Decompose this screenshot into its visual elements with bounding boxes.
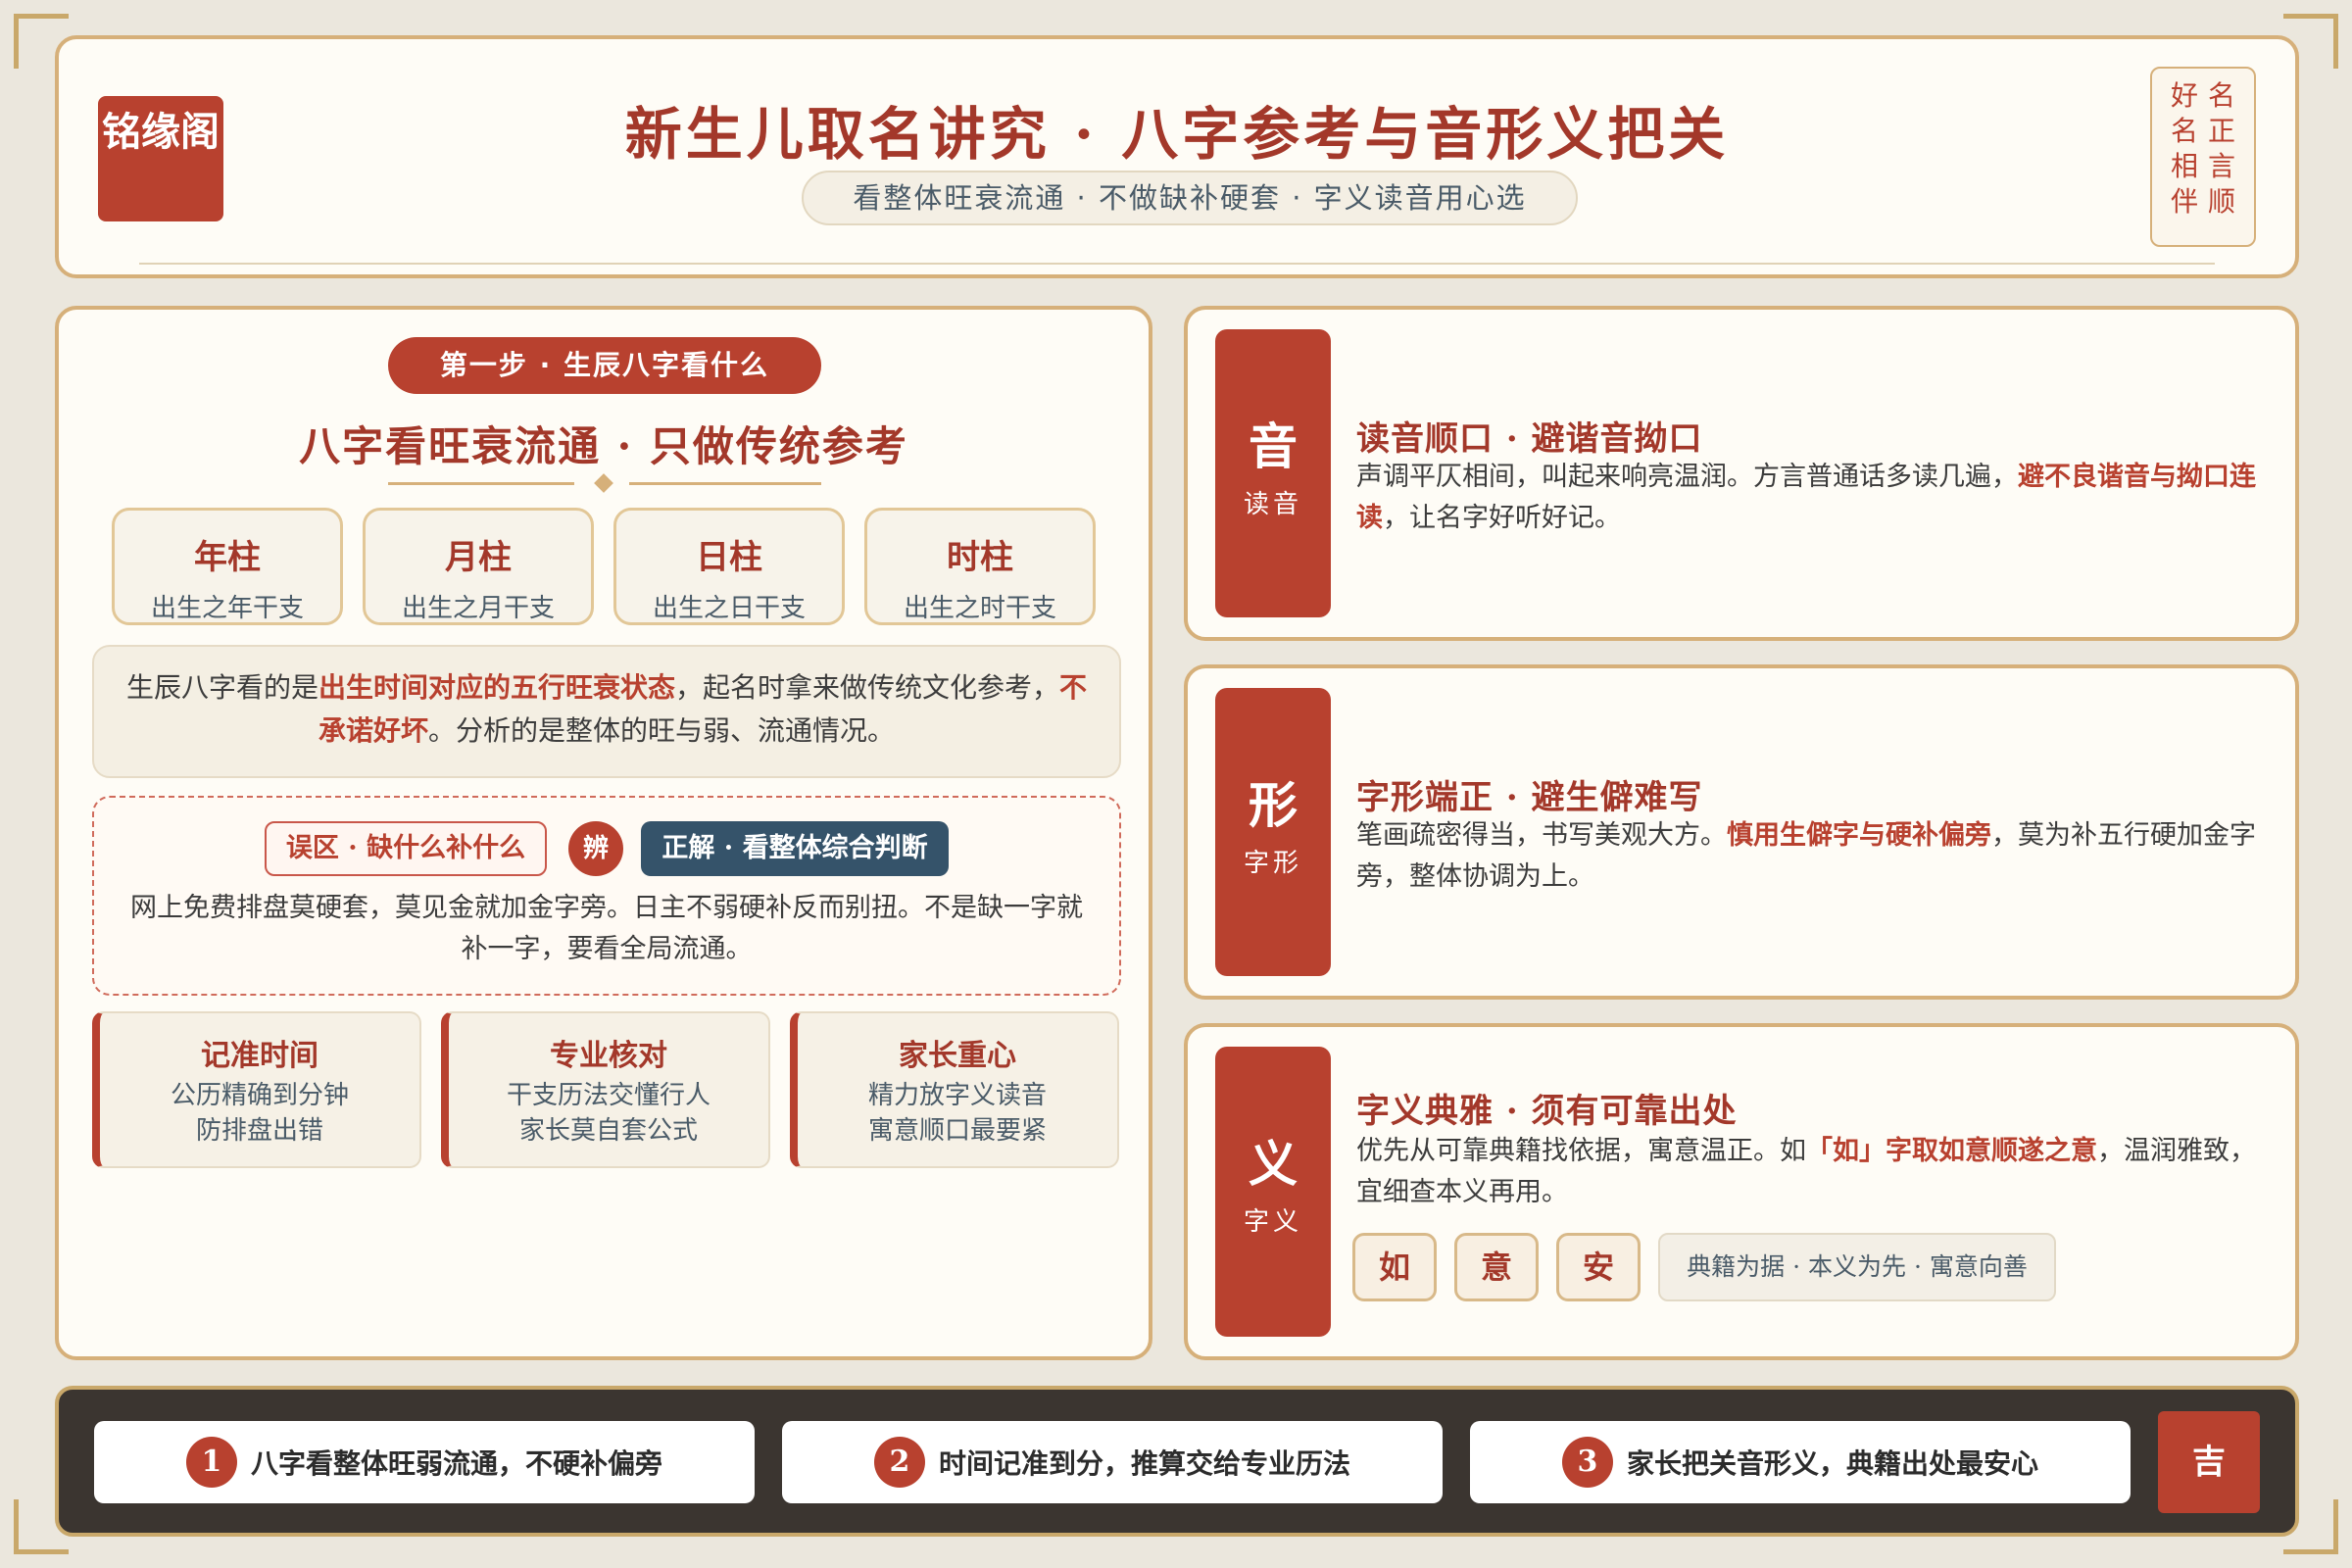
- tab-character: 义: [1249, 1135, 1298, 1193]
- pillar-sub: 出生之年干支: [150, 594, 304, 623]
- info-text: 。分析的是整体的旺与弱、流通情况。: [428, 714, 896, 747]
- tip-line: 寓意顺口最要紧: [867, 1116, 1047, 1146]
- tab-character: 音: [1249, 417, 1298, 475]
- title-ornament-line-left: [388, 482, 574, 485]
- seal-character: 顺: [2208, 185, 2236, 218]
- meaning-card: 义 字义 字义典雅 · 须有可靠出处 优先从可靠典籍找依据，寓意温正。如「如」字…: [1184, 1023, 2299, 1360]
- seal-character: 伴: [2170, 185, 2198, 218]
- versus-badge: 辨: [568, 821, 623, 876]
- form-tab: 形 字形: [1215, 688, 1331, 976]
- example-char-ru: 如: [1352, 1233, 1437, 1301]
- tip-title: 记准时间: [201, 1039, 318, 1073]
- tip-line: 公历精确到分钟: [170, 1081, 349, 1110]
- tab-label: 字形: [1243, 849, 1302, 878]
- pillar-card-day: 日柱 出生之日干支: [613, 508, 845, 625]
- pillar-card-hour: 时柱 出生之时干支: [864, 508, 1096, 625]
- sound-text: 声调平仄相间，叫起来响亮温润。方言普通话多读几遍，避不良谐音与拗口连读，让名字好…: [1356, 457, 2256, 539]
- pillar-sub: 出生之月干支: [401, 594, 555, 623]
- summary-text: 家长把关音形义，典籍出处最安心: [1626, 1447, 2038, 1480]
- tip-line: 防排盘出错: [195, 1116, 323, 1146]
- meaning-title: 字义典雅 · 须有可靠出处: [1356, 1092, 1738, 1131]
- seal-character: 名: [2170, 115, 2198, 147]
- sound-card: 音 读音 读音顺口 · 避谐音拗口 声调平仄相间，叫起来响亮温润。方言普通话多读…: [1184, 306, 2299, 641]
- tab-character: 形: [1249, 776, 1298, 834]
- form-title: 字形端正 · 避生僻难写: [1356, 778, 1703, 817]
- info-highlight: 出生时间对应的五行旺衰状态: [318, 671, 675, 704]
- tab-label: 字义: [1243, 1207, 1302, 1237]
- summary-number: 1: [185, 1437, 237, 1488]
- info-text: 生辰八字看的是: [125, 671, 318, 704]
- summary-item-2: 2 时间记准到分，推算交给专业历法: [782, 1421, 1443, 1503]
- bazi-panel: 第一步 · 生辰八字看什么 八字看旺衰流通 · 只做传统参考 年柱 出生之年干支…: [55, 306, 1152, 1360]
- header-panel: 铭缘阁 新生儿取名讲究 · 八字参考与音形义把关 看整体旺衰流通 · 不做缺补硬…: [55, 35, 2299, 278]
- myth-vs-truth-box: 误区 · 缺什么补什么 辨 正解 · 看整体综合判断 网上免费排盘莫硬套，莫见金…: [92, 796, 1121, 996]
- tip-title: 专业核对: [550, 1039, 667, 1073]
- tab-label: 读音: [1243, 490, 1302, 519]
- tip-card-parent-focus: 家长重心 精力放字义读音 寓意顺口最要紧: [790, 1011, 1119, 1168]
- tip-line: 家长莫自套公式: [518, 1116, 698, 1146]
- example-char-yi: 意: [1454, 1233, 1539, 1301]
- pillar-card-year: 年柱 出生之年干支: [112, 508, 343, 625]
- page-subtitle: 看整体旺衰流通 · 不做缺补硬套 · 字义读音用心选: [802, 171, 1578, 225]
- body-text: 声调平仄相间，叫起来响亮温润。方言普通话多读几遍，: [1356, 462, 2018, 492]
- tip-title: 家长重心: [899, 1039, 1016, 1073]
- truth-tag: 正解 · 看整体综合判断: [641, 821, 949, 876]
- title-ornament-line-right: [629, 482, 821, 485]
- summary-text: 时间记准到分，推算交给专业历法: [938, 1447, 1350, 1480]
- body-text: 优先从可靠典籍找依据，寓意温正。如: [1356, 1136, 1806, 1166]
- form-text: 笔画疏密得当，书写美观大方。慎用生僻字与硬补偏旁，莫为补五行硬加金字旁，整体协调…: [1356, 815, 2256, 898]
- pillar-sub: 出生之日干支: [652, 594, 806, 623]
- summary-item-3: 3 家长把关音形义，典籍出处最安心: [1470, 1421, 2131, 1503]
- tip-card-record-time: 记准时间 公历精确到分钟 防排盘出错: [92, 1011, 421, 1168]
- bazi-explanation: 生辰八字看的是出生时间对应的五行旺衰状态，起名时拿来做传统文化参考，不承诺好坏。…: [92, 645, 1121, 778]
- summary-number: 3: [1561, 1437, 1613, 1488]
- tip-line: 干支历法交懂行人: [506, 1081, 710, 1110]
- seal-character: 名: [2208, 79, 2236, 112]
- summary-footer: 1 八字看整体旺弱流通，不硬补偏旁 2 时间记准到分，推算交给专业历法 3 家长…: [55, 1386, 2299, 1537]
- pillar-name: 年柱: [194, 538, 261, 577]
- luck-badge: 吉: [2158, 1411, 2260, 1513]
- meaning-text: 优先从可靠典籍找依据，寓意温正。如「如」字取如意顺遂之意，温润雅致，宜细查本义再…: [1356, 1131, 2256, 1213]
- seal-character: 正: [2208, 115, 2236, 147]
- example-char-note: 典籍为据 · 本义为先 · 寓意向善: [1658, 1233, 2056, 1301]
- title-ornament-diamond: [594, 473, 613, 493]
- body-text: 笔画疏密得当，书写美观大方。: [1356, 820, 1727, 851]
- header-divider: [139, 263, 2215, 265]
- seal-stamp: 名正言顺 好名相伴: [2150, 67, 2256, 247]
- pillar-card-month: 月柱 出生之月干支: [363, 508, 594, 625]
- body-highlight: 「如」字取如意顺遂之意: [1806, 1136, 2097, 1166]
- summary-number: 2: [873, 1437, 925, 1488]
- seal-character: 好: [2170, 79, 2198, 112]
- seal-character: 言: [2208, 150, 2236, 182]
- seal-character: 相: [2170, 150, 2198, 182]
- sound-tab: 音 读音: [1215, 329, 1331, 617]
- pillar-name: 时柱: [947, 538, 1013, 577]
- seal-column-right: 名正言顺: [2208, 78, 2235, 245]
- summary-item-1: 1 八字看整体旺弱流通，不硬补偏旁: [94, 1421, 755, 1503]
- tip-line: 精力放字义读音: [867, 1081, 1047, 1110]
- myth-tag: 误区 · 缺什么补什么: [265, 821, 547, 876]
- body-text: ，让名字好听好记。: [1383, 503, 1621, 533]
- seal-column-left: 好名相伴: [2171, 78, 2198, 245]
- pillar-name: 月柱: [445, 538, 512, 577]
- example-char-an: 安: [1556, 1233, 1641, 1301]
- body-highlight: 慎用生僻字与硬补偏旁: [1727, 820, 1991, 851]
- sound-title: 读音顺口 · 避谐音拗口: [1356, 419, 1703, 459]
- info-text: ，起名时拿来做传统文化参考，: [675, 671, 1060, 704]
- pillar-name: 日柱: [696, 538, 762, 577]
- section-title: 八字看旺衰流通 · 只做传统参考: [299, 422, 908, 470]
- page-title: 新生儿取名讲究 · 八字参考与音形义把关: [624, 101, 1730, 168]
- step-badge: 第一步 · 生辰八字看什么: [388, 337, 821, 394]
- tip-card-expert-check: 专业核对 干支历法交懂行人 家长莫自套公式: [441, 1011, 770, 1168]
- pillar-sub: 出生之时干支: [903, 594, 1056, 623]
- myth-explanation: 网上免费排盘莫硬套，莫见金就加金字旁。日主不弱硬补反而别扭。不是缺一字就补一字，…: [130, 893, 1083, 964]
- meaning-tab: 义 字义: [1215, 1047, 1331, 1337]
- summary-text: 八字看整体旺弱流通，不硬补偏旁: [250, 1447, 662, 1480]
- form-card: 形 字形 字形端正 · 避生僻难写 笔画疏密得当，书写美观大方。慎用生僻字与硬补…: [1184, 664, 2299, 1000]
